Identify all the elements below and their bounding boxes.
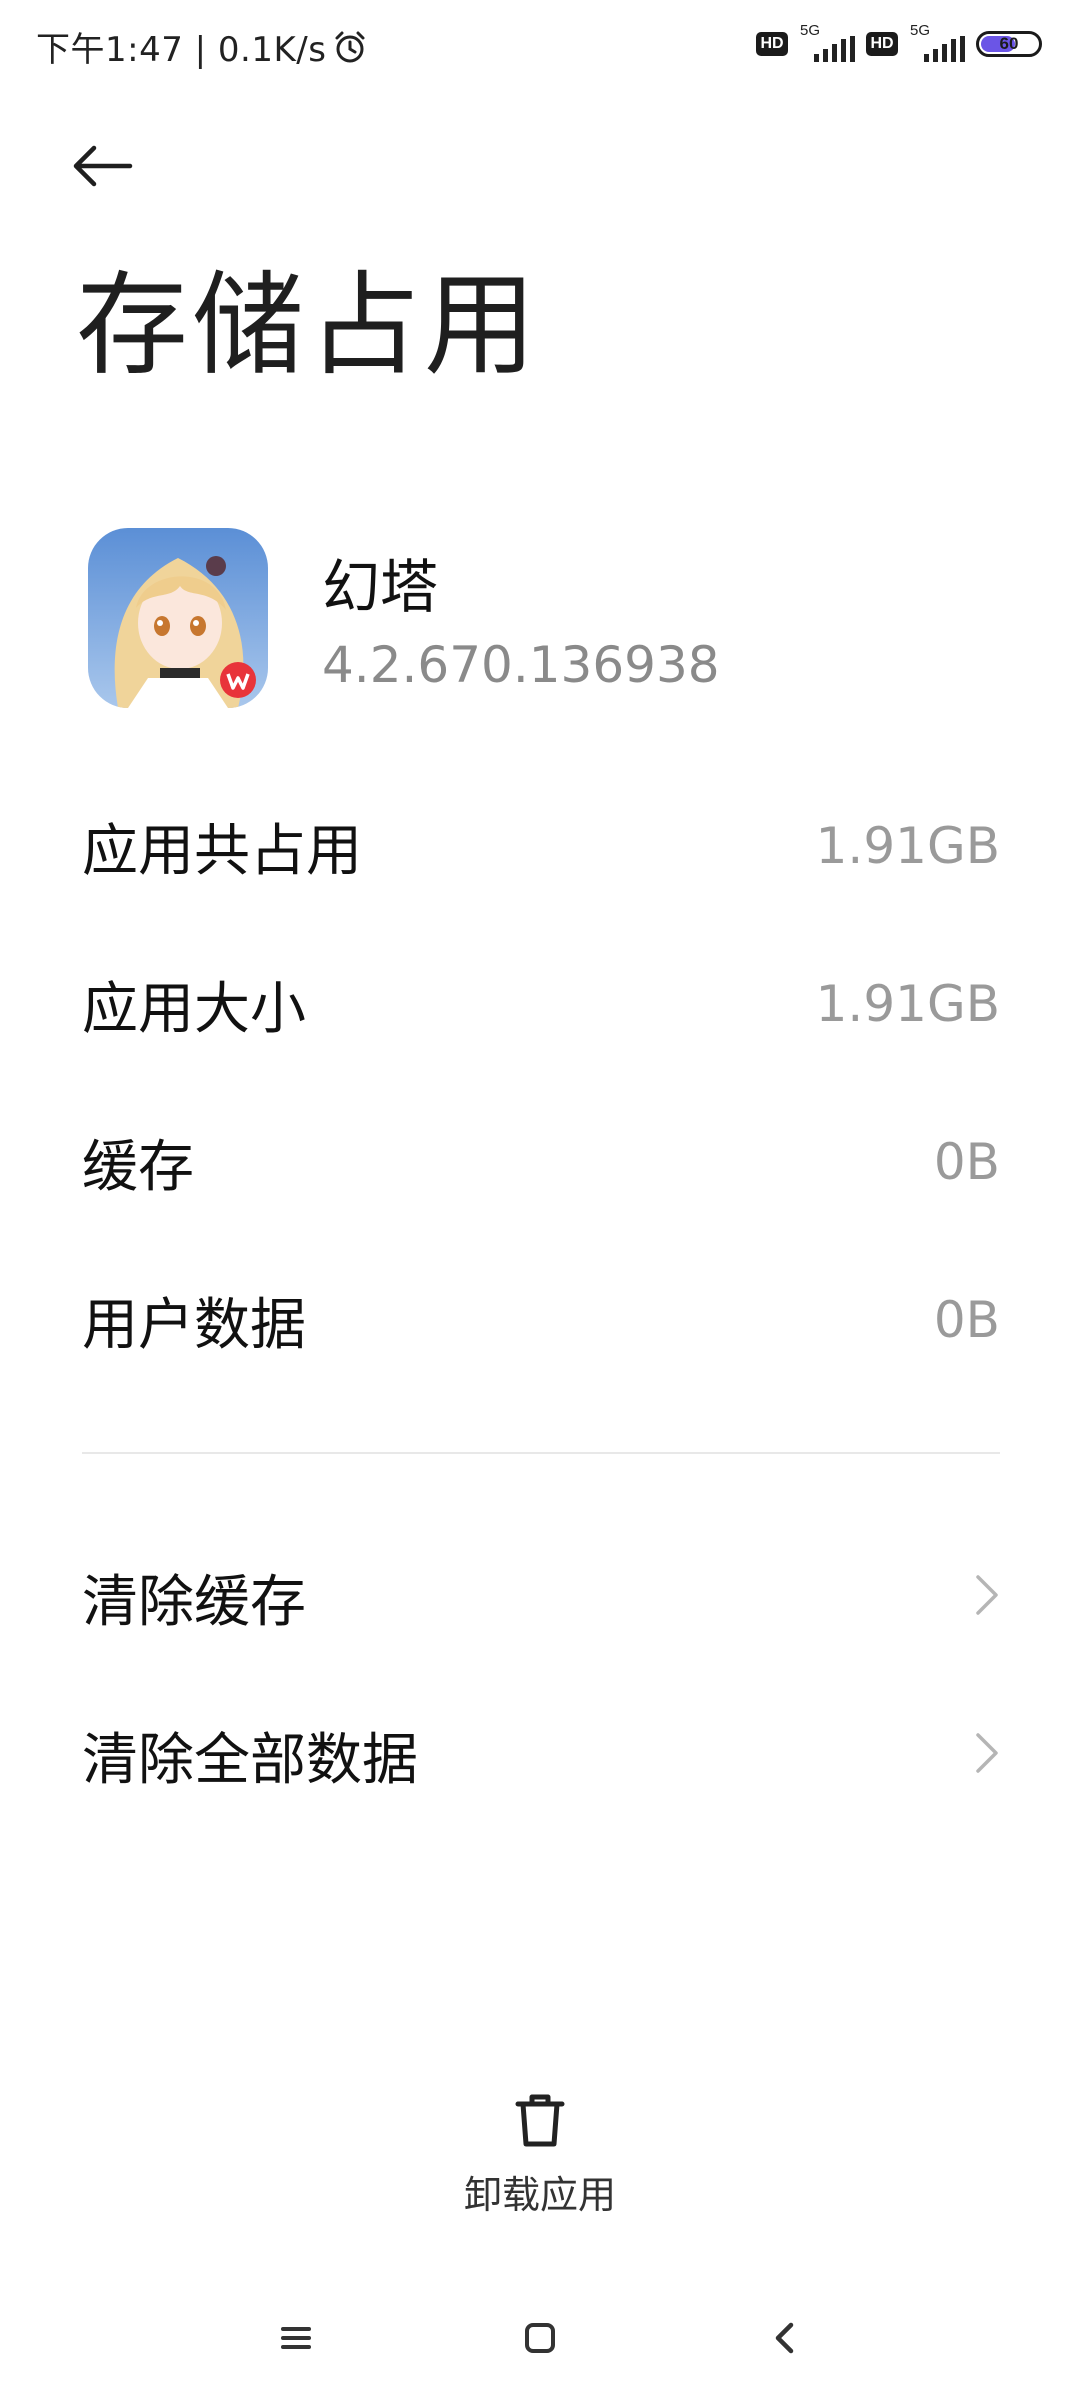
storage-value: 1.91GB	[815, 817, 1000, 875]
chevron-right-icon	[974, 1731, 1000, 1779]
status-right: HD 5G HD 5G 60	[756, 22, 1042, 62]
trash-icon	[510, 2090, 570, 2154]
navigation-bar	[0, 2290, 1080, 2380]
uninstall-button[interactable]: 卸载应用	[430, 2090, 650, 2230]
menu-icon	[279, 2323, 313, 2357]
storage-row-cache: 缓存 0B	[82, 1102, 1000, 1222]
chevron-right-icon	[974, 1573, 1000, 1621]
back-button[interactable]	[70, 136, 150, 200]
app-version: 4.2.670.136938	[322, 636, 720, 694]
page-title: 存储占用	[76, 261, 540, 391]
storage-value: 0B	[933, 1291, 1000, 1349]
home-button[interactable]	[500, 2310, 580, 2370]
clear-all-data-button[interactable]: 清除全部数据	[82, 1690, 1000, 1820]
battery-icon: 60	[976, 31, 1042, 57]
storage-label: 应用共占用	[82, 818, 362, 884]
back-icon	[771, 2321, 797, 2359]
storage-row-total: 应用共占用 1.91GB	[82, 786, 1000, 906]
storage-row-app-size: 应用大小 1.91GB	[82, 944, 1000, 1064]
clear-all-data-label: 清除全部数据	[82, 1727, 418, 1793]
home-icon	[523, 2321, 557, 2359]
time-and-speed: 下午1:47 | 0.1K/s	[36, 30, 327, 70]
uninstall-label: 卸载应用	[463, 2173, 616, 2217]
divider	[82, 1452, 1000, 1454]
arrow-left-icon	[70, 144, 134, 192]
storage-label: 缓存	[82, 1134, 194, 1200]
clear-cache-button[interactable]: 清除缓存	[82, 1532, 1000, 1662]
app-icon	[88, 528, 268, 708]
storage-value: 1.91GB	[815, 975, 1000, 1033]
hd-badge-2: HD	[866, 32, 898, 56]
storage-label: 应用大小	[82, 976, 306, 1042]
battery-level: 60	[999, 34, 1019, 53]
app-name: 幻塔	[322, 553, 439, 621]
nav-back-button[interactable]	[744, 2310, 824, 2370]
storage-label: 用户数据	[82, 1292, 306, 1358]
menu-button[interactable]	[256, 2310, 336, 2370]
storage-value: 0B	[933, 1133, 1000, 1191]
storage-row-user-data: 用户数据 0B	[82, 1260, 1000, 1380]
alarm-icon	[332, 29, 368, 65]
signal-icon-2: 5G	[908, 22, 966, 62]
status-bar: 下午1:47 | 0.1K/s HD 5G HD 5G 60	[0, 0, 1080, 96]
clear-cache-label: 清除缓存	[82, 1569, 306, 1635]
hd-badge-1: HD	[756, 32, 788, 56]
status-left: 下午1:47 | 0.1K/s	[36, 22, 368, 71]
signal-icon-1: 5G	[798, 22, 856, 62]
